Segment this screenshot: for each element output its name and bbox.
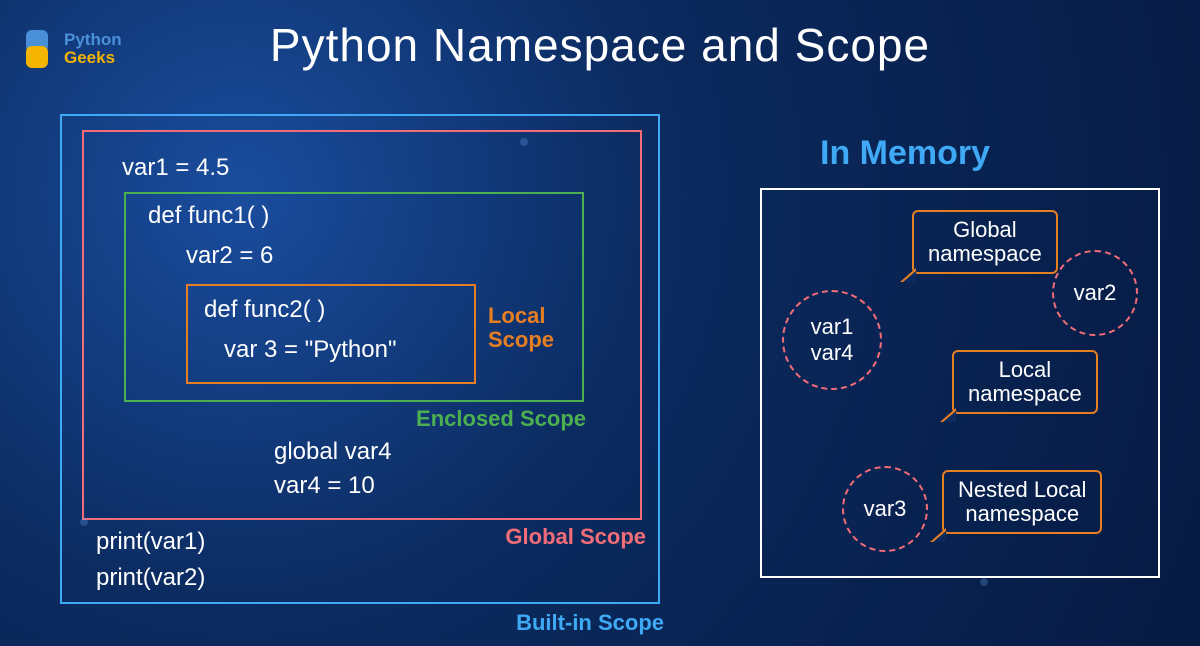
code-print2: print(var2): [96, 564, 205, 592]
code-var2: var2 = 6: [186, 242, 273, 270]
memory-circle-local: var2: [1052, 250, 1138, 336]
callout-global-namespace-text: Globalnamespace: [928, 217, 1042, 266]
memory-box: Globalnamespace Localnamespace Nested Lo…: [760, 188, 1160, 578]
code-def1: def func1( ): [148, 202, 269, 230]
callout-nested-local-namespace-text: Nested Localnamespace: [958, 477, 1086, 526]
callout-local-namespace-text: Localnamespace: [968, 357, 1082, 406]
builtin-scope-label: Built-in Scope: [516, 610, 664, 636]
python-logo-icon: [18, 30, 56, 68]
global-scope-label: Global Scope: [505, 524, 646, 550]
code-var1: var1 = 4.5: [122, 154, 229, 182]
page-title: Python Namespace and Scope: [0, 18, 1200, 72]
memory-circle-local-var2: var2: [1074, 280, 1117, 306]
memory-title: In Memory: [820, 134, 990, 173]
logo-line2: Geeks: [64, 49, 122, 67]
code-global-var4: global var4: [274, 438, 391, 466]
callout-nested-local-namespace: Nested Localnamespace: [942, 470, 1102, 534]
code-def2: def func2( ): [204, 296, 325, 324]
enclosed-scope-box: Enclosed Scope def func1( ) var2 = 6 Loc…: [124, 192, 584, 402]
memory-circle-nested-var3: var3: [864, 496, 907, 522]
callout-global-namespace: Globalnamespace: [912, 210, 1058, 274]
memory-circle-global-var4: var4: [811, 340, 854, 366]
diagram-stage: Built-in Scope Global Scope var1 = 4.5 E…: [60, 114, 1160, 626]
builtin-scope-box: Built-in Scope Global Scope var1 = 4.5 E…: [60, 114, 660, 604]
code-var3: var 3 = "Python": [224, 336, 396, 364]
logo: Python Geeks: [18, 30, 122, 68]
enclosed-scope-label: Enclosed Scope: [416, 406, 586, 432]
memory-circle-nested: var3: [842, 466, 928, 552]
global-scope-box: Global Scope var1 = 4.5 Enclosed Scope d…: [82, 130, 642, 520]
local-scope-label: LocalScope: [488, 304, 554, 352]
local-scope-box: LocalScope def func2( ) var 3 = "Python": [186, 284, 476, 384]
logo-line1: Python: [64, 31, 122, 49]
callout-local-namespace: Localnamespace: [952, 350, 1098, 414]
memory-circle-global-var1: var1: [811, 314, 854, 340]
code-var4-assign: var4 = 10: [274, 472, 375, 500]
code-print1: print(var1): [96, 528, 205, 556]
logo-text: Python Geeks: [64, 31, 122, 67]
memory-circle-global: var1 var4: [782, 290, 882, 390]
